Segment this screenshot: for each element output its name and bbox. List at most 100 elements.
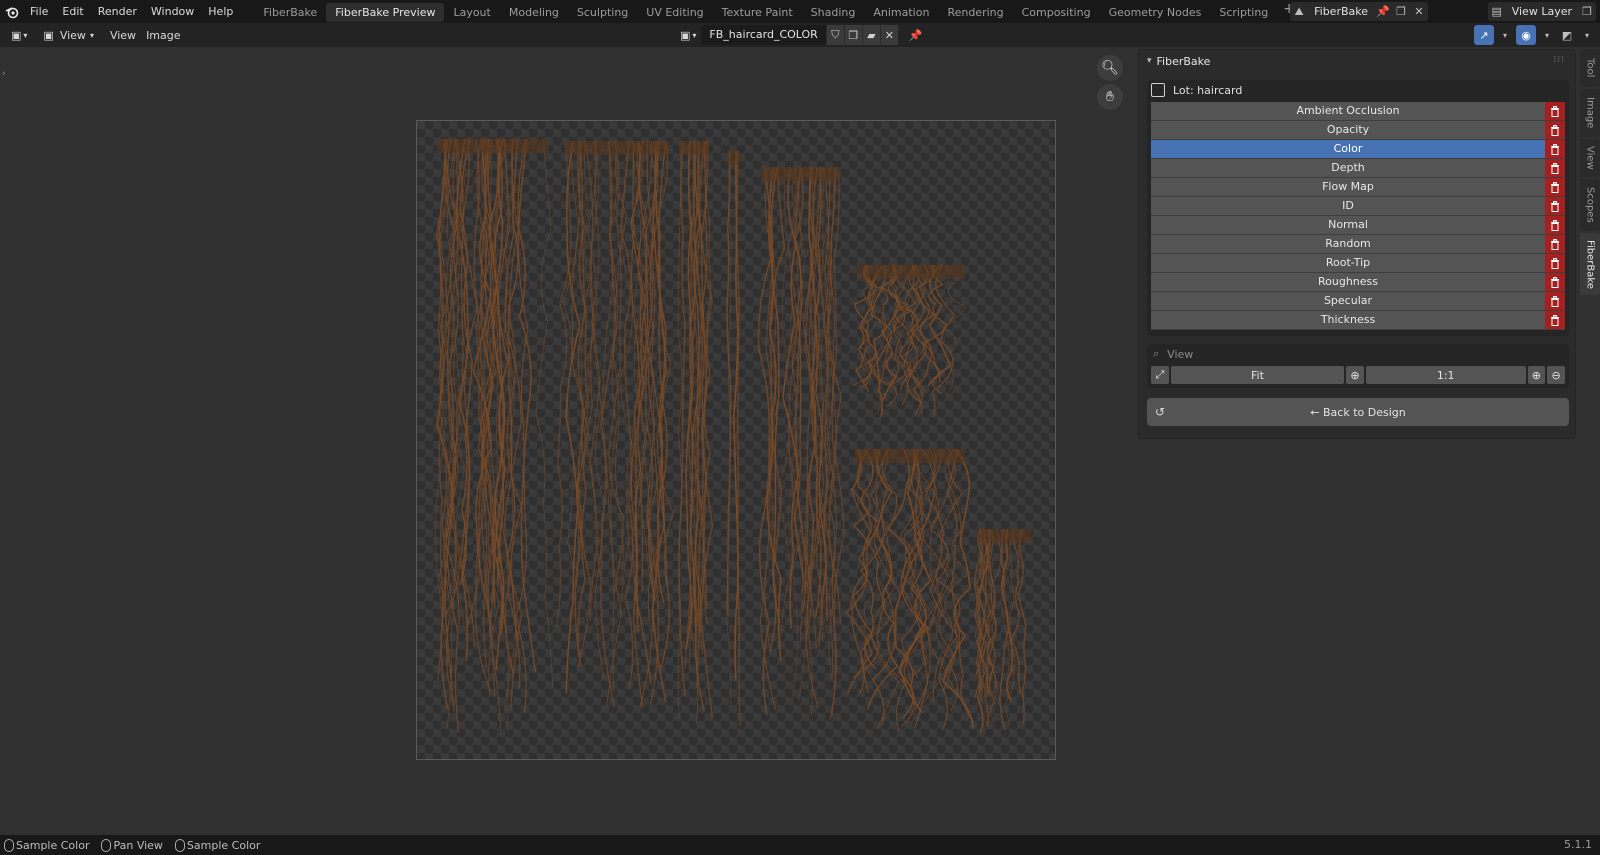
pass-button[interactable]: Random — [1151, 235, 1545, 254]
pass-button[interactable]: Thickness — [1151, 311, 1545, 330]
side-tab-fiberbake[interactable]: FiberBake — [1580, 233, 1600, 295]
haircard-texture-canvas[interactable] — [416, 120, 1056, 760]
scene-name[interactable]: FiberBake — [1308, 5, 1374, 18]
menu-window[interactable]: Window — [144, 0, 201, 23]
menu-file[interactable]: File — [23, 0, 55, 23]
trash-icon[interactable] — [1545, 216, 1565, 235]
pass-button[interactable]: Ambient Occlusion — [1151, 102, 1545, 121]
hair-root-band — [565, 141, 669, 155]
close-icon[interactable]: ✕ — [1410, 2, 1428, 21]
pass-button[interactable]: Normal — [1151, 216, 1545, 235]
hair-strand — [942, 264, 967, 391]
hair-root-band — [857, 265, 965, 279]
chevron-down-icon: ▾ — [1147, 56, 1152, 66]
tab-uv-editing[interactable]: UV Editing — [637, 3, 712, 22]
pass-button[interactable]: Flow Map — [1151, 178, 1545, 197]
drag-grip-icon[interactable]: ⁞⁞⁞ — [1553, 55, 1565, 65]
pan-hand-icon[interactable]: ✋︎ — [1097, 84, 1123, 110]
trash-icon[interactable] — [1545, 102, 1565, 121]
image-browse-icon[interactable]: ▣ ▾ — [675, 25, 701, 45]
fit-icon[interactable]: ⤢ — [1151, 366, 1169, 384]
trash-icon[interactable] — [1545, 273, 1565, 292]
image-name-field[interactable]: FB_haircard_COLOR — [701, 25, 826, 45]
tab-sculpting[interactable]: Sculpting — [568, 3, 637, 22]
back-to-design-label: ← Back to Design — [1310, 405, 1406, 419]
duplicate-icon[interactable]: ❐ — [1392, 2, 1410, 21]
zoom-in-icon[interactable]: ⊕ — [1527, 366, 1546, 384]
zoom-reset-icon[interactable]: ⊕ — [1346, 366, 1364, 384]
toolbar-expand-chevron-icon[interactable]: › — [2, 69, 6, 79]
menu-render[interactable]: Render — [91, 0, 144, 23]
tab-layout[interactable]: Layout — [444, 3, 499, 22]
pin-icon[interactable]: 📌 — [904, 25, 928, 45]
trash-icon[interactable] — [1545, 311, 1565, 330]
tab-shading[interactable]: Shading — [802, 3, 865, 22]
menu-edit[interactable]: Edit — [55, 0, 90, 23]
chevron-down-icon[interactable]: ▾ — [1538, 26, 1556, 45]
tab-texture-paint[interactable]: Texture Paint — [713, 3, 802, 22]
gizmo-toggle-icon[interactable]: ↗ — [1474, 25, 1494, 45]
one-to-one-button[interactable]: 1:1 — [1365, 366, 1526, 384]
trash-icon[interactable] — [1545, 178, 1565, 197]
tab-modeling[interactable]: Modeling — [500, 3, 568, 22]
hair-strand — [829, 166, 845, 720]
menu-image[interactable]: Image — [141, 25, 185, 45]
pass-button[interactable]: Depth — [1151, 159, 1545, 178]
hair-strand — [1007, 528, 1016, 700]
tab-geometry-nodes[interactable]: Geometry Nodes — [1100, 3, 1211, 22]
open-folder-icon[interactable]: ▰ — [861, 25, 880, 45]
status-hint: Pan View — [113, 838, 163, 852]
pass-button[interactable]: Roughness — [1151, 273, 1545, 292]
new-image-icon[interactable]: ❐ — [843, 25, 862, 45]
pass-button[interactable]: Opacity — [1151, 121, 1545, 140]
blender-logo-icon[interactable] — [1, 0, 23, 23]
back-to-design-button[interactable]: ↺ ← Back to Design — [1147, 398, 1569, 426]
zoom-out-icon[interactable]: ⊖ — [1547, 366, 1565, 384]
trash-icon[interactable] — [1545, 140, 1565, 159]
panel-header[interactable]: ▾ FiberBake — [1139, 50, 1575, 72]
trash-icon[interactable] — [1545, 159, 1565, 178]
side-tab-scopes[interactable]: Scopes — [1580, 179, 1600, 231]
tab-compositing[interactable]: Compositing — [1013, 3, 1100, 22]
view-mode-dropdown[interactable]: ▣ View ▾ — [38, 25, 99, 45]
tab-scripting[interactable]: Scripting — [1210, 3, 1277, 22]
display-channels-icon[interactable]: ◩ — [1558, 26, 1576, 45]
tab-rendering[interactable]: Rendering — [938, 3, 1012, 22]
view-layer-name[interactable]: View Layer — [1506, 5, 1578, 18]
duplicate-layer-icon[interactable]: ❐ — [1578, 2, 1596, 21]
tab-fiberbake[interactable]: FiberBake — [254, 3, 326, 22]
fake-user-shield-icon[interactable]: ⛉ — [825, 25, 844, 45]
tab-fiberbake-preview[interactable]: FiberBake Preview — [326, 3, 445, 22]
unlink-close-icon[interactable]: ✕ — [879, 25, 898, 45]
scene-icon[interactable]: ⛰ — [1290, 2, 1308, 21]
pass-button[interactable]: Color — [1151, 140, 1545, 159]
tab-animation[interactable]: Animation — [864, 3, 938, 22]
side-tab-tool[interactable]: Tool — [1580, 49, 1600, 87]
trash-icon[interactable] — [1545, 197, 1565, 216]
trash-icon[interactable] — [1545, 121, 1565, 140]
menu-help[interactable]: Help — [201, 0, 240, 23]
pin-icon[interactable]: 📌 — [1374, 2, 1392, 21]
view-section-header: ⌕ View — [1147, 344, 1569, 364]
trash-icon[interactable] — [1545, 292, 1565, 311]
trash-icon[interactable] — [1545, 254, 1565, 273]
image-viewport[interactable]: › 🔍︎ ✋︎ ▾ FiberBake ⁞⁞⁞ Lot: haircard Am… — [0, 47, 1600, 835]
overlay-toggle-icon[interactable]: ◉ — [1516, 25, 1536, 45]
zoom-magnifier-icon[interactable]: 🔍︎ — [1097, 55, 1123, 81]
editor-type-dropdown[interactable]: ▣ ▾ — [6, 25, 32, 45]
fit-button[interactable]: Fit — [1170, 366, 1345, 384]
chevron-down-icon[interactable]: ▾ — [1578, 26, 1596, 45]
view-layer-icon[interactable]: ▤ — [1488, 2, 1506, 21]
pass-row: Opacity — [1151, 121, 1565, 140]
pass-button[interactable]: Specular — [1151, 292, 1545, 311]
chevron-down-icon[interactable]: ▾ — [1496, 26, 1514, 45]
pass-button[interactable]: ID — [1151, 197, 1545, 216]
chevron-down-icon: ▾ — [23, 30, 28, 40]
side-tab-image[interactable]: Image — [1580, 89, 1600, 137]
pass-button[interactable]: Root-Tip — [1151, 254, 1545, 273]
hair-root-band — [437, 139, 549, 153]
side-tab-view[interactable]: View — [1580, 139, 1600, 177]
trash-icon[interactable] — [1545, 235, 1565, 254]
pass-row: Root-Tip — [1151, 254, 1565, 273]
menu-view[interactable]: View — [105, 25, 141, 45]
